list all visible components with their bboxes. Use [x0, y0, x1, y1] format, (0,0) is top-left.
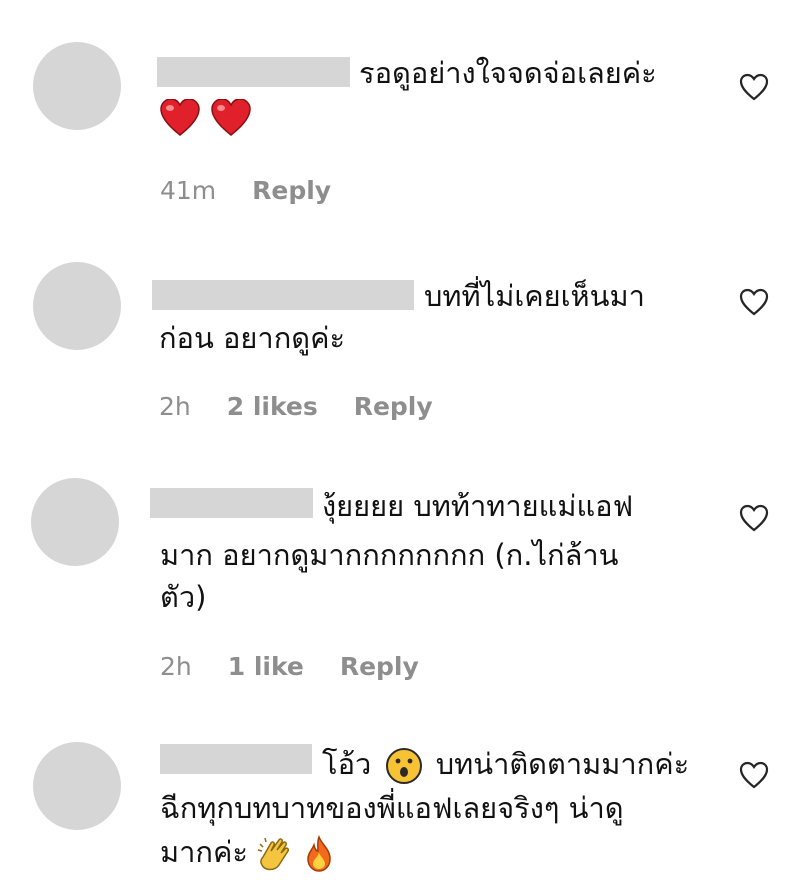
avatar[interactable]: [33, 742, 121, 830]
clapping-hands-emoji: [257, 837, 290, 871]
comment-text-line-2: ฉีกทุกบทบาทของพี่แอฟเลยจริงๆ น่าดู: [160, 791, 624, 825]
surprised-face-emoji: [385, 748, 422, 784]
comment-4: โอ้ว บทน่าติดตามมากค่ะ ฉีกทุกบทบาทของพี่…: [0, 0, 800, 880]
comment-text-segment: บทน่าติดตามมากค่ะ: [435, 747, 690, 781]
username-placeholder[interactable]: [160, 744, 312, 774]
fire-emoji: [307, 835, 332, 872]
comment-text-line-1: โอ้ว บทน่าติดตามมากค่ะ: [322, 744, 689, 785]
comment-text-segment: มากค่ะ: [160, 835, 248, 869]
comment-text-segment: โอ้ว: [322, 747, 372, 781]
like-heart-icon[interactable]: [737, 759, 771, 791]
comment-text-line-3: มากค่ะ: [160, 832, 334, 873]
